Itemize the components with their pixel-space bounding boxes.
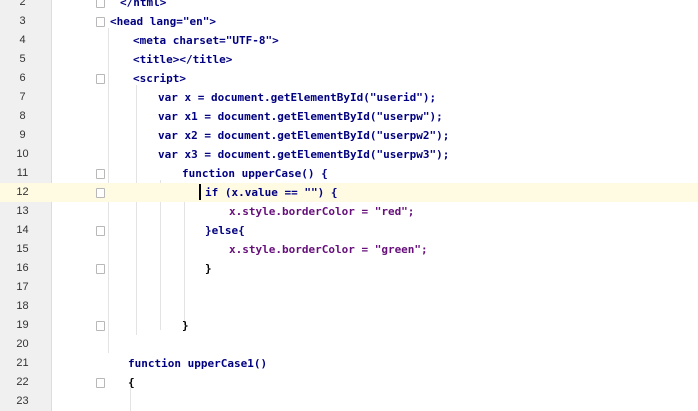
code-text: var x1 = document.getElementById("userpw… [158,110,443,123]
line-number: 6 [19,72,26,84]
code-text: var x3 = document.getElementById("userpw… [158,148,450,161]
line-number: 22 [16,376,29,388]
fold-marker-icon[interactable] [96,0,105,8]
code-text: function upperCase() { [182,167,328,180]
code-text: function upperCase1() [128,357,268,370]
line-number: 5 [19,53,26,65]
code-line[interactable]: 16 } [0,259,698,278]
line-number: 3 [19,15,26,27]
code-text: x.style.borderColor = "red"; [229,205,415,218]
fold-marker-icon[interactable] [96,378,105,388]
code-text: { [128,376,135,389]
code-text: x.style.borderColor = "green"; [229,243,428,256]
code-line[interactable]: 6 <script> [0,69,698,88]
code-line[interactable]: 21 function upperCase1() [0,354,698,373]
code-line[interactable]: 20 [0,335,698,354]
code-line[interactable]: 4 <meta charset="UTF-8"> [0,31,698,50]
text-caret [199,184,201,200]
code-line[interactable]: 14 }else{ [0,221,698,240]
fold-marker-icon[interactable] [96,264,105,274]
code-line[interactable]: 8 var x1 = document.getElementById("user… [0,107,698,126]
code-text: if (x.value == "") { [205,186,338,199]
line-number: 15 [16,243,29,255]
line-number: 20 [16,338,29,350]
fold-marker-icon[interactable] [96,17,105,27]
line-number: 10 [16,148,29,160]
line-number: 16 [16,262,29,274]
fold-marker-icon[interactable] [96,74,105,84]
line-number: 13 [16,205,29,217]
fold-marker-icon[interactable] [96,226,105,236]
code-text: } [182,319,189,332]
code-text: </html> [120,0,167,9]
code-line[interactable]: 23 [0,392,698,411]
line-number: 9 [19,129,26,141]
code-text: var x2 = document.getElementById("userpw… [158,129,450,142]
code-line[interactable]: 15 x.style.borderColor = "green"; [0,240,698,259]
code-text: } [205,262,212,275]
code-text: <head lang="en"> [110,12,216,31]
code-line[interactable]: 22 { [0,373,698,392]
code-line-current[interactable]: 12 if (x.value == "") { [0,183,698,202]
line-number: 19 [16,319,29,331]
fold-marker-icon[interactable] [96,321,105,331]
line-number: 17 [16,281,29,293]
code-text: <script> [133,72,186,85]
code-line[interactable]: 5 <title></title> [0,50,698,69]
code-line[interactable]: 9 var x2 = document.getElementById("user… [0,126,698,145]
line-number: 2 [19,0,26,8]
code-line[interactable]: 7 var x = document.getElementById("useri… [0,88,698,107]
line-number: 8 [19,110,26,122]
line-number: 7 [19,91,26,103]
fold-marker-icon[interactable] [96,188,105,198]
fold-marker-icon[interactable] [96,169,105,179]
code-line[interactable]: 10 var x3 = document.getElementById("use… [0,145,698,164]
code-text: <title></title> [133,53,233,66]
code-line[interactable]: 18 [0,297,698,316]
code-line[interactable]: 17 [0,278,698,297]
line-number: 12 [16,186,29,198]
code-line[interactable]: 11 function upperCase() { [0,164,698,183]
code-line[interactable]: 13 x.style.borderColor = "red"; [0,202,698,221]
code-text: <meta charset="UTF-8"> [133,34,279,47]
line-number: 23 [16,395,29,407]
code-editor[interactable]: 2 </html> 3 <head lang="en"> 4 <meta cha… [0,0,698,411]
code-text: }else{ [205,224,245,237]
line-number: 14 [16,224,29,236]
code-text: var x = document.getElementById("userid"… [158,91,437,104]
line-number: 18 [16,300,29,312]
code-line[interactable]: 3 <head lang="en"> [0,12,698,31]
line-number: 4 [19,34,26,46]
code-line[interactable]: 19 } [0,316,698,335]
line-number: 21 [16,357,29,369]
code-line[interactable]: 2 </html> [0,0,698,12]
line-number: 11 [16,167,29,179]
code-text: <head lang="en"> [110,15,216,28]
